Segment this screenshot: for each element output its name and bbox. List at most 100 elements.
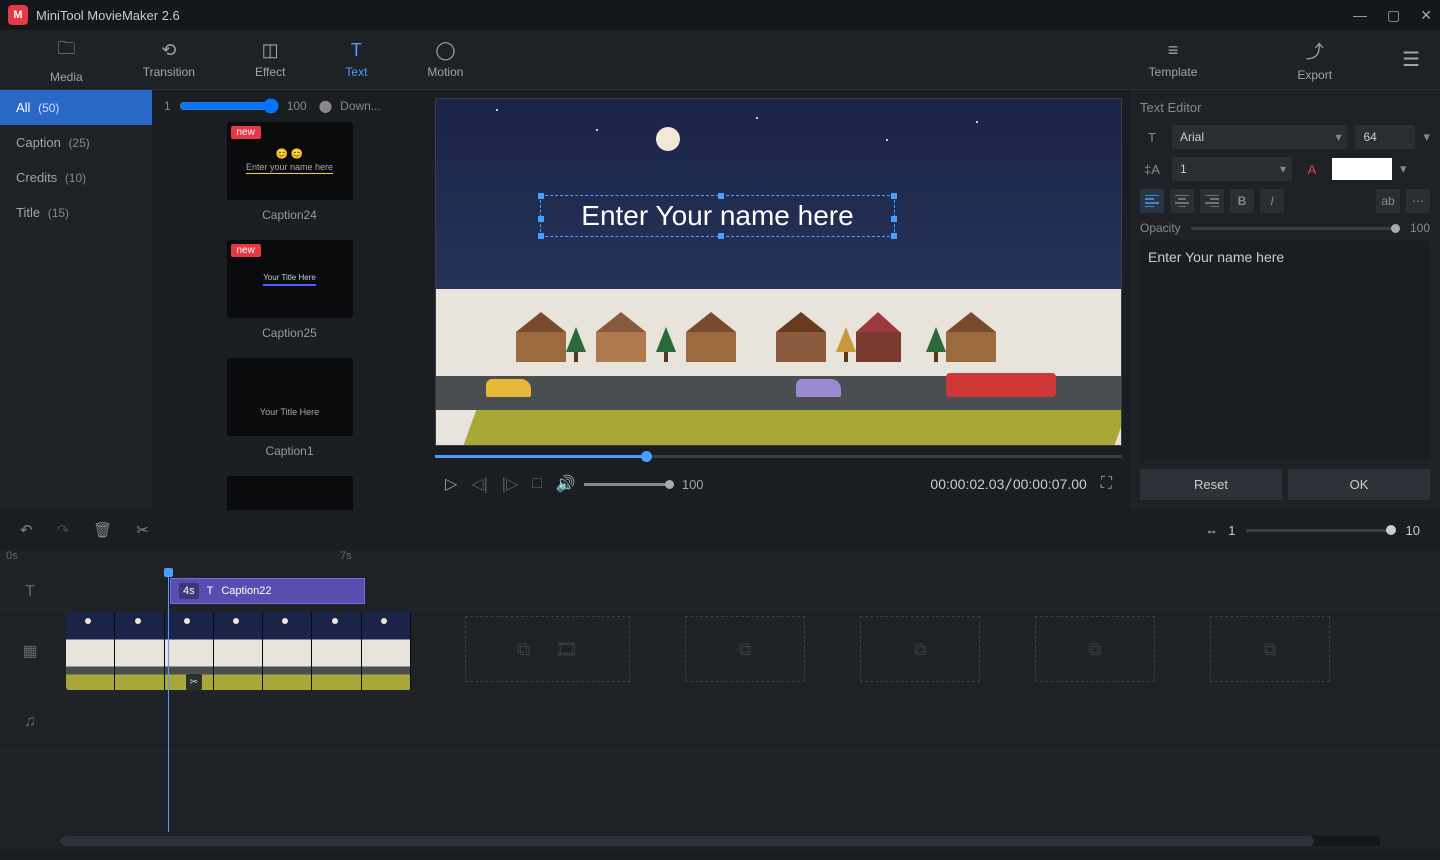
line-height-icon: ‡A — [1140, 162, 1164, 177]
overlay-text[interactable]: Enter Your name here — [581, 200, 853, 232]
category-sidebar: All (50) Caption (25) Credits (10) Title… — [0, 90, 152, 510]
titlebar: M MiniTool MovieMaker 2.6 — ▢ ✕ — [0, 0, 1440, 30]
italic-button[interactable]: I — [1260, 189, 1284, 213]
next-frame-button[interactable]: |▷ — [502, 474, 518, 494]
font-icon: T — [1140, 130, 1164, 145]
reset-button[interactable]: Reset — [1140, 469, 1282, 500]
playhead[interactable] — [168, 574, 169, 832]
timeline: 0s 7s T 4s T Caption22 ▦ ✂ ⧉ 🎞 — [0, 550, 1440, 850]
preset-caption1[interactable]: Your Title Here Caption1 — [172, 358, 407, 458]
template-button[interactable]: ≡ Template — [1119, 40, 1228, 79]
preset-panel: 1 100 ⬤ Down... new 😊 😊 Enter your name … — [152, 90, 427, 510]
timeline-toolbar: ↶ ↷ 🗑 ✂ ⇔ 1 10 — [0, 510, 1440, 550]
preset-header: 1 100 ⬤ Down... — [152, 90, 427, 122]
text-track: T 4s T Caption22 — [0, 574, 1440, 610]
redo-button[interactable]: ↷ — [57, 521, 70, 539]
clip-placeholder[interactable]: ⧉ — [1210, 616, 1330, 682]
zoom-min: 1 — [1228, 523, 1235, 538]
preview-panel: Enter Your name here ▷ ◁| |▷ □ 🔊 100 00:… — [427, 90, 1130, 510]
tab-effect[interactable]: ◫ Effect — [225, 40, 315, 79]
video-clip[interactable]: ✂ — [66, 612, 411, 690]
text-editor-panel: Text Editor T Arial 64 ▾ ‡A 1 A ▾ B I — [1130, 90, 1440, 510]
bold-button[interactable]: B — [1230, 189, 1254, 213]
export-button[interactable]: ⤴ Export — [1267, 38, 1362, 82]
zoom-max: 10 — [1406, 523, 1420, 538]
fullscreen-button[interactable]: ⛶ — [1101, 475, 1112, 493]
align-right-button[interactable] — [1200, 189, 1224, 213]
tab-motion[interactable]: ◯ Motion — [397, 40, 493, 79]
category-title[interactable]: Title (15) — [0, 195, 152, 230]
timeline-ruler[interactable]: 0s 7s — [0, 550, 1440, 574]
align-center-button[interactable] — [1170, 189, 1194, 213]
main-toolbar: 🗀 Media ⟲ Transition ◫ Effect T Text ◯ M… — [0, 30, 1440, 90]
tab-text[interactable]: T Text — [315, 40, 397, 79]
font-size-input[interactable]: 64 — [1355, 125, 1415, 149]
prev-frame-button[interactable]: ◁| — [471, 474, 487, 494]
align-left-button[interactable] — [1140, 189, 1164, 213]
stop-button[interactable]: □ — [532, 475, 542, 493]
split-button[interactable]: ✂ — [136, 521, 149, 539]
volume-icon[interactable]: 🔊 — [556, 474, 576, 494]
preset-caption24[interactable]: new 😊 😊 Enter your name here Caption24 — [172, 122, 407, 222]
category-credits[interactable]: Credits (10) — [0, 160, 152, 195]
text-icon: T — [207, 585, 214, 597]
clip-placeholder[interactable]: ⧉ — [1035, 616, 1155, 682]
volume-slider[interactable] — [584, 483, 674, 486]
main-area: All (50) Caption (25) Credits (10) Title… — [0, 90, 1440, 510]
text-icon: T — [351, 40, 362, 61]
maximize-button[interactable]: ▢ — [1387, 7, 1400, 24]
preview-canvas[interactable]: Enter Your name here — [435, 98, 1122, 446]
text-overlay[interactable]: Enter Your name here — [540, 195, 895, 237]
opacity-label: Opacity — [1140, 221, 1181, 235]
undo-button[interactable]: ↶ — [20, 521, 33, 539]
clip-placeholder[interactable]: ⧉ — [685, 616, 805, 682]
tab-media[interactable]: 🗀 Media — [20, 36, 113, 84]
timeline-tracks: T 4s T Caption22 ▦ ✂ ⧉ 🎞 ⧉ ⧉ ⧉ — [0, 574, 1440, 832]
text-clip-caption22[interactable]: 4s T Caption22 — [170, 578, 365, 604]
new-badge: new — [231, 126, 261, 139]
preview-scene — [436, 99, 1121, 445]
lowercase-button[interactable]: ab — [1376, 189, 1400, 213]
folder-icon: 🗀 — [57, 36, 75, 66]
category-all[interactable]: All (50) — [0, 90, 152, 125]
video-track: ▦ ✂ ⧉ 🎞 ⧉ ⧉ ⧉ ⧉ — [0, 610, 1440, 692]
zoom-slider[interactable] — [1246, 529, 1396, 532]
hamburger-menu[interactable]: ☰ — [1402, 47, 1420, 72]
opacity-slider[interactable] — [1191, 227, 1400, 230]
font-color-swatch[interactable] — [1332, 158, 1392, 180]
text-content-input[interactable] — [1140, 241, 1430, 461]
download-toggle[interactable]: ⬤ — [319, 99, 332, 113]
font-color-icon: A — [1300, 162, 1324, 177]
preset-list[interactable]: new 😊 😊 Enter your name here Caption24 n… — [152, 122, 427, 510]
fit-button[interactable]: ⇔ — [1205, 523, 1218, 538]
more-format-button[interactable]: ⋯ — [1406, 189, 1430, 213]
tab-transition[interactable]: ⟲ Transition — [113, 40, 225, 79]
app-logo: M — [8, 5, 28, 25]
category-caption[interactable]: Caption (25) — [0, 125, 152, 160]
preset-caption25[interactable]: new Your Title Here Caption25 — [172, 240, 407, 340]
line-height-select[interactable]: 1 — [1172, 157, 1292, 181]
text-track-icon: T — [0, 574, 60, 609]
split-marker[interactable]: ✂ — [186, 674, 202, 690]
timeline-scrollbar[interactable] — [60, 836, 1380, 846]
font-family-select[interactable]: Arial — [1172, 125, 1347, 149]
audio-track-icon: ♫ — [0, 692, 60, 751]
audio-track: ♫ — [0, 692, 1440, 752]
delete-button[interactable]: 🗑 — [93, 521, 112, 539]
motion-icon: ◯ — [435, 40, 455, 61]
minimize-button[interactable]: — — [1353, 7, 1367, 23]
effect-icon: ◫ — [262, 40, 279, 61]
preset-next[interactable] — [172, 476, 407, 510]
new-badge: new — [231, 244, 261, 257]
preset-size-slider[interactable] — [179, 98, 279, 114]
clip-placeholder[interactable]: ⧉ — [860, 616, 980, 682]
opacity-value: 100 — [1410, 221, 1430, 235]
ok-button[interactable]: OK — [1288, 469, 1430, 500]
export-icon: ⤴ — [1306, 38, 1324, 64]
preview-scrubber[interactable] — [435, 446, 1122, 466]
clip-placeholder[interactable]: ⧉ 🎞 — [465, 616, 630, 682]
template-icon: ≡ — [1168, 40, 1179, 61]
play-button[interactable]: ▷ — [445, 474, 457, 494]
app-title: MiniTool MovieMaker 2.6 — [36, 8, 180, 23]
close-button[interactable]: ✕ — [1420, 7, 1432, 24]
